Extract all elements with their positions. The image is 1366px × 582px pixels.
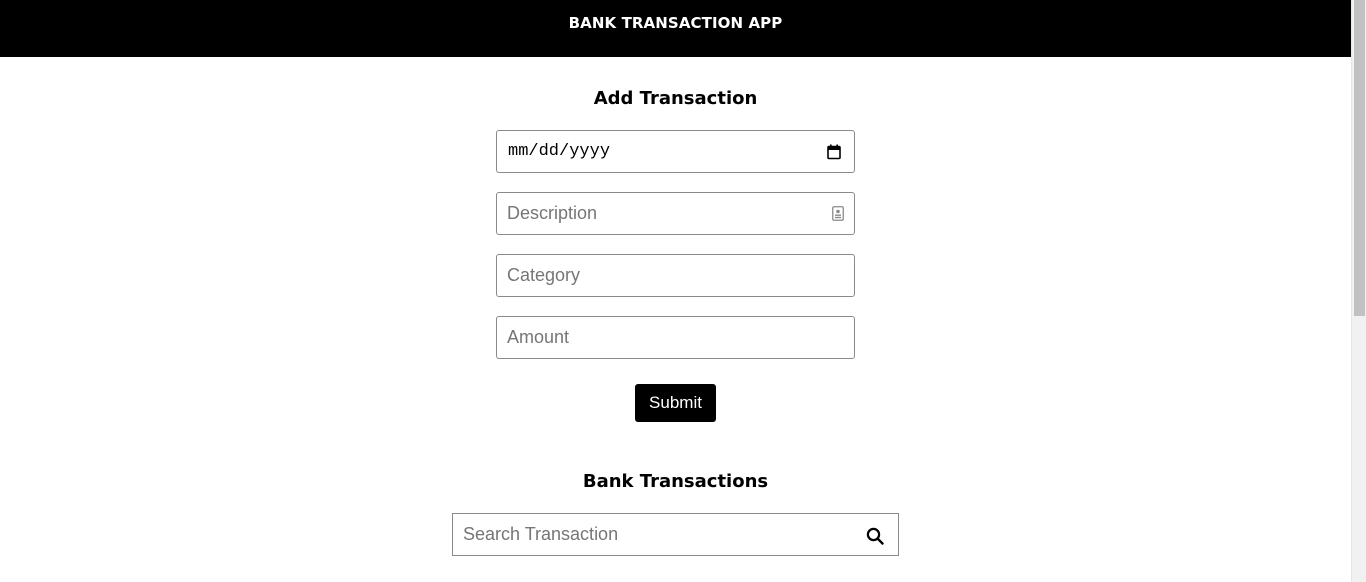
category-input[interactable] bbox=[497, 255, 854, 296]
category-field[interactable] bbox=[496, 254, 855, 297]
amount-input[interactable] bbox=[497, 317, 854, 358]
description-field[interactable] bbox=[496, 192, 855, 235]
add-transaction-title: Add Transaction bbox=[593, 88, 758, 109]
submit-button[interactable]: Submit bbox=[635, 384, 716, 422]
search-input[interactable] bbox=[453, 514, 853, 555]
search-icon[interactable] bbox=[866, 527, 884, 545]
page-scrollbar[interactable] bbox=[1351, 0, 1366, 582]
contact-card-icon[interactable] bbox=[832, 206, 844, 221]
app-header: BANK TRANSACTION APP bbox=[0, 0, 1351, 57]
calendar-icon[interactable] bbox=[827, 144, 841, 160]
search-box[interactable] bbox=[452, 513, 899, 556]
description-input[interactable] bbox=[497, 193, 854, 234]
date-field-text: mm/dd/yyyy bbox=[508, 142, 611, 161]
scrollbar-thumb[interactable] bbox=[1354, 0, 1365, 316]
app-title: BANK TRANSACTION APP bbox=[568, 14, 783, 32]
date-field[interactable]: mm/dd/yyyy bbox=[496, 130, 855, 173]
page: BANK TRANSACTION APP Add Transaction mm/… bbox=[0, 0, 1366, 582]
amount-field[interactable] bbox=[496, 316, 855, 359]
bank-transactions-title: Bank Transactions bbox=[582, 471, 769, 492]
